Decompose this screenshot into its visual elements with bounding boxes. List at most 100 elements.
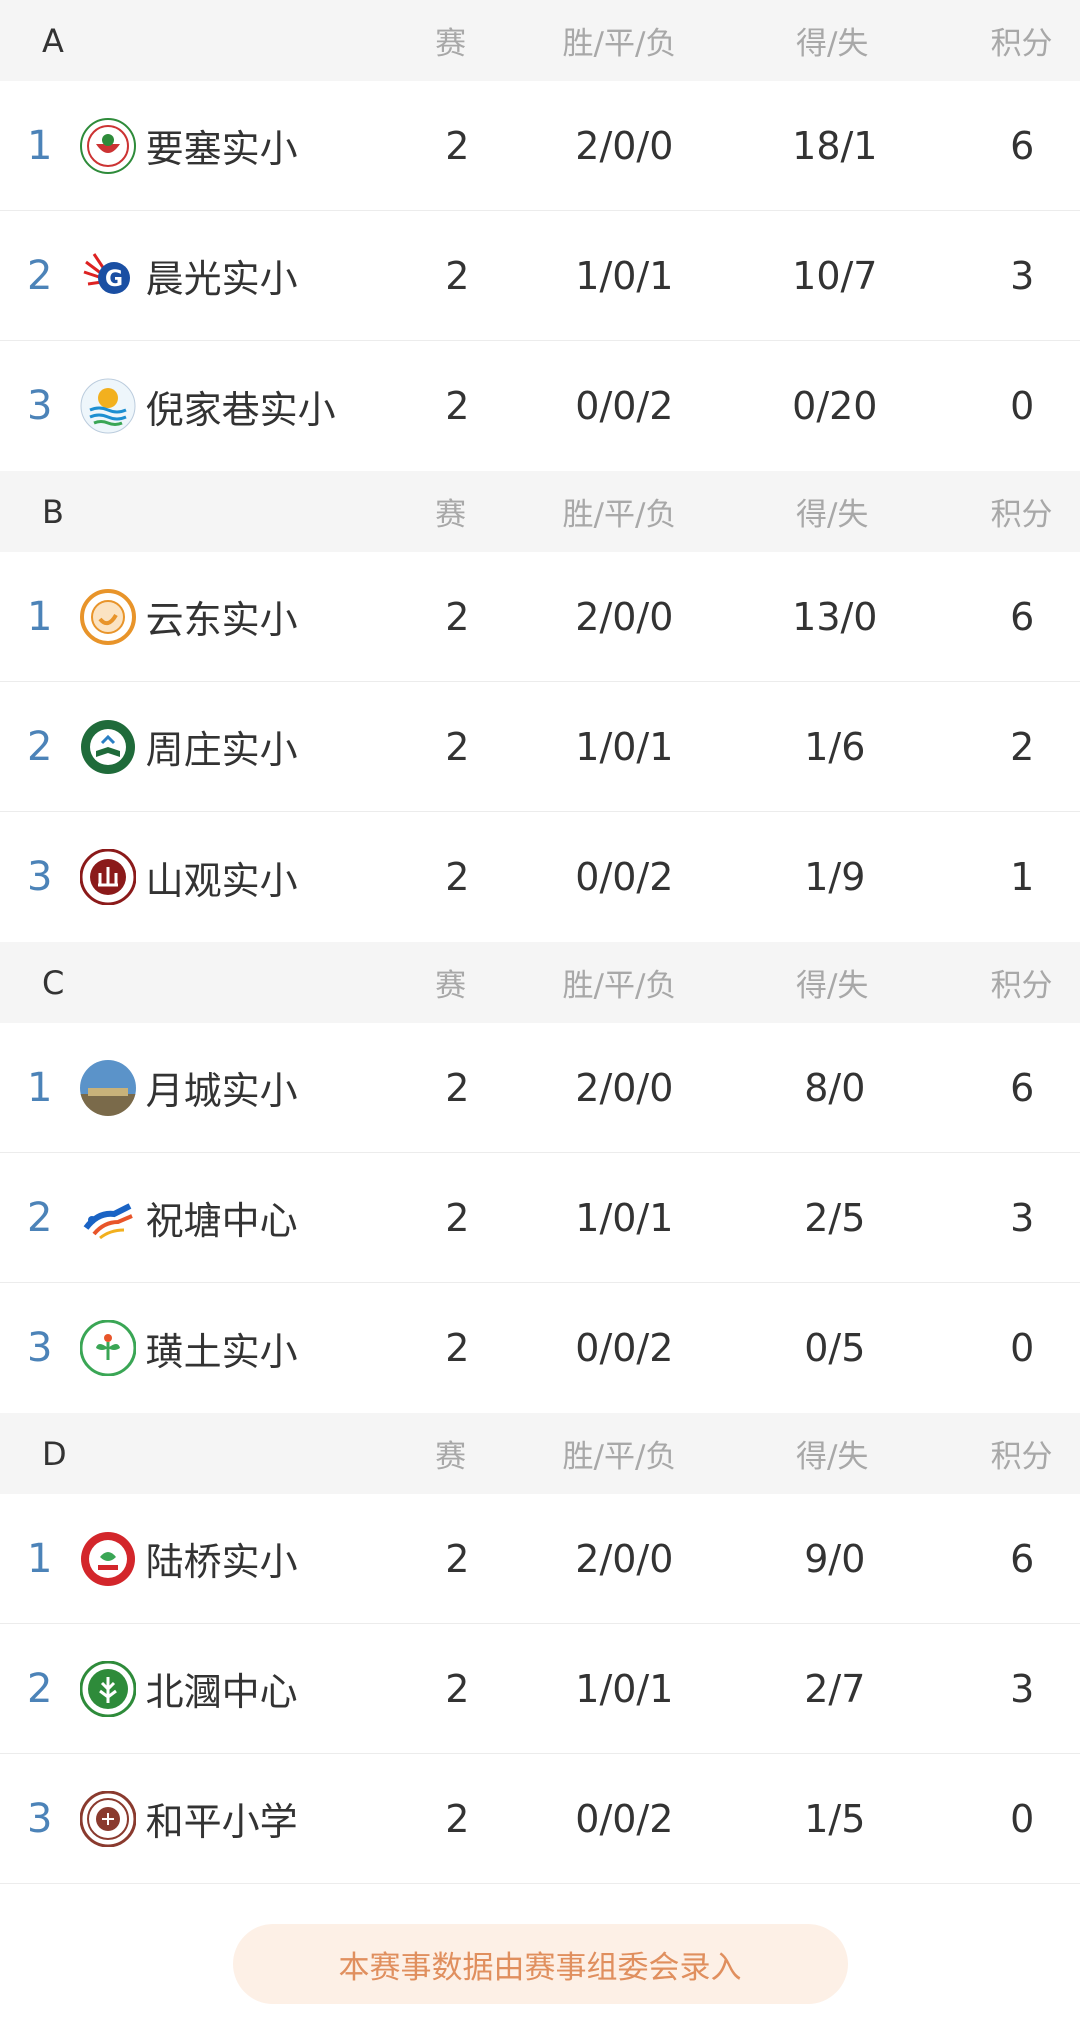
win-draw-loss: 1/0/1 [575,1666,674,1711]
group-header-d: D 赛 胜/平/负 得/失 积分 [0,1413,1080,1494]
school-emblem-brown-seal-icon [79,1790,136,1847]
school-photo-sky-icon [79,1059,136,1116]
footer: 本赛事数据由赛事组委会录入 [0,1884,1080,2024]
team-name: 周庄实小 [145,728,298,772]
goals-for-against: 8/0 [804,1065,866,1110]
team-name: 倪家巷实小 [145,387,336,432]
team-row[interactable]: 3 山观实小 2 0/0/2 1/9 1 [0,812,1080,942]
games-played: 2 [445,1195,470,1240]
rank: 1 [27,593,53,640]
games-played: 2 [445,1326,470,1370]
col-wdl-header: 胜/平/负 [562,26,677,62]
col-gd-header: 得/失 [795,968,869,1004]
school-emblem-blue-runner-icon [80,1190,136,1246]
points: 0 [1010,1326,1035,1370]
win-draw-loss: 2/0/0 [575,594,674,639]
rank: 3 [27,383,53,429]
group-name: A [42,21,64,60]
games-played: 2 [445,1536,470,1581]
team-name: 北漍中心 [145,1670,298,1714]
goals-for-against: 2/5 [804,1195,866,1240]
group-header-b: B 赛 胜/平/负 得/失 积分 [0,471,1080,552]
goals-for-against: 10/7 [792,253,878,298]
goals-for-against: 13/0 [792,594,878,639]
school-emblem-orange-ring-icon [79,588,136,645]
goals-for-against: 1/6 [804,724,866,769]
team-name: 祝塘中心 [145,1199,298,1243]
rank: 2 [27,1194,53,1241]
games-played: 2 [445,594,470,639]
games-played: 2 [445,1796,470,1841]
points: 0 [1010,384,1035,428]
goals-for-against: 2/7 [804,1666,866,1711]
col-wdl-header: 胜/平/负 [562,968,677,1004]
goals-for-against: 1/9 [804,855,866,899]
data-source-notice: 本赛事数据由赛事组委会录入 [232,1924,848,2004]
col-wdl-header: 胜/平/负 [562,497,677,533]
team-row[interactable]: 1 要塞实小 2 2/0/0 18/1 6 [0,81,1080,211]
team-name: 要塞实小 [145,127,298,171]
team-row[interactable]: 2 祝塘中心 2 1/0/1 2/5 3 [0,1153,1080,1283]
col-games-header: 赛 [435,497,467,533]
col-pts-header: 积分 [990,26,1053,62]
win-draw-loss: 0/0/2 [575,1326,674,1370]
school-emblem-green-book-icon [80,719,136,775]
team-row[interactable]: 1 月城实小 2 2/0/0 8/0 6 [0,1023,1080,1153]
team-name: 陆桥实小 [145,1540,298,1584]
rank: 2 [27,723,53,770]
group-name: B [42,492,64,531]
group-header-c: C 赛 胜/平/负 得/失 积分 [0,942,1080,1023]
points: 6 [1010,123,1035,168]
goals-for-against: 0/20 [792,384,878,428]
school-emblem-blue-red-g-icon: G [80,248,136,304]
points: 2 [1010,724,1035,769]
win-draw-loss: 0/0/2 [575,1796,674,1841]
svg-text:G: G [105,267,123,292]
team-row[interactable]: 2 G 晨光实小 2 1/0/1 10/7 3 [0,211,1080,341]
rank: 3 [27,854,53,900]
points: 3 [1010,1666,1035,1711]
school-emblem-maroon-icon [79,849,136,905]
team-row[interactable]: 1 陆桥实小 2 2/0/0 9/0 6 [0,1494,1080,1624]
col-gd-header: 得/失 [795,26,869,62]
goals-for-against: 1/5 [804,1796,866,1841]
win-draw-loss: 2/0/0 [575,1536,674,1581]
goals-for-against: 0/5 [804,1326,866,1370]
points: 6 [1010,1065,1035,1110]
school-emblem-sun-waves-icon [80,378,136,434]
col-games-header: 赛 [435,26,467,62]
group-name: C [42,963,65,1002]
standings-table: A 赛 胜/平/负 得/失 积分 1 要塞实小 2 2/0/0 18/1 6 2… [0,0,1080,1884]
group-name: D [42,1434,67,1473]
team-row[interactable]: 2 北漍中心 2 1/0/1 2/7 3 [0,1624,1080,1754]
team-row[interactable]: 3 和平小学 2 0/0/2 1/5 0 [0,1754,1080,1884]
team-name: 璜土实小 [145,1329,298,1374]
points: 0 [1010,1796,1035,1841]
team-row[interactable]: 2 周庄实小 2 1/0/1 1/6 2 [0,682,1080,812]
win-draw-loss: 1/0/1 [575,1195,674,1240]
games-played: 2 [445,123,470,168]
goals-for-against: 9/0 [804,1536,866,1581]
games-played: 2 [445,1065,470,1110]
col-games-header: 赛 [435,968,467,1004]
rank: 1 [27,122,53,169]
col-pts-header: 积分 [990,968,1053,1004]
team-row[interactable]: 1 云东实小 2 2/0/0 13/0 6 [0,552,1080,682]
win-draw-loss: 2/0/0 [575,123,674,168]
school-emblem-red-green-icon [79,117,136,174]
points: 3 [1010,253,1035,298]
col-wdl-header: 胜/平/负 [562,1439,677,1475]
games-played: 2 [445,253,470,298]
win-draw-loss: 2/0/0 [575,1065,674,1110]
school-emblem-green-tree-icon [79,1660,136,1717]
team-name: 山观实小 [145,858,298,903]
team-row[interactable]: 3 倪家巷实小 2 0/0/2 0/20 0 [0,341,1080,471]
rank: 1 [27,1064,53,1111]
group-header-a: A 赛 胜/平/负 得/失 积分 [0,0,1080,81]
win-draw-loss: 0/0/2 [575,855,674,899]
games-played: 2 [445,1666,470,1711]
points: 6 [1010,1536,1035,1581]
win-draw-loss: 1/0/1 [575,724,674,769]
rank: 2 [27,252,53,299]
team-row[interactable]: 3 璜土实小 2 0/0/2 0/5 0 [0,1283,1080,1413]
